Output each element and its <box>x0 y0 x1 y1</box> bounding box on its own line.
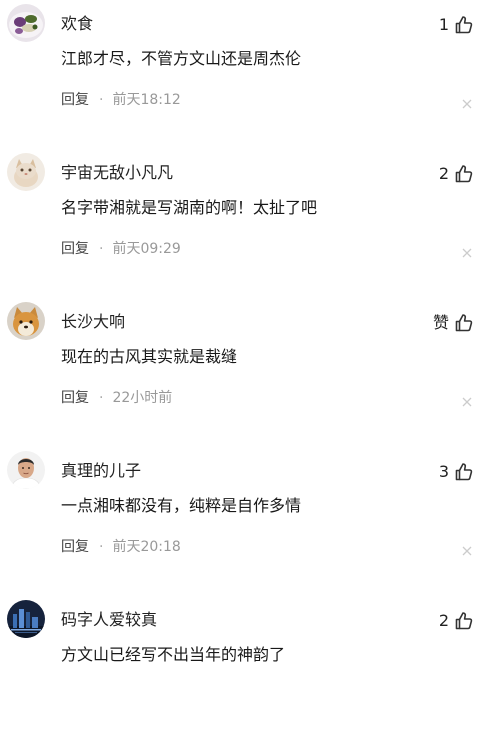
like-count: 2 <box>438 164 449 183</box>
like-button[interactable]: 1 <box>439 13 474 37</box>
comment-text: 现在的古风其实就是裁缝 <box>61 347 238 366</box>
thumbs-up-icon[interactable] <box>454 164 474 184</box>
username[interactable]: 宇宙无敌小凡凡 <box>61 162 173 184</box>
timestamp: 前天18:12 <box>112 92 181 108</box>
comment-item: 长沙大响 赞 现在的古风其实就是裁缝 回复 · 22小时前 <box>0 302 492 452</box>
reply-button[interactable]: 回复 <box>61 537 89 557</box>
separator-dot: · <box>99 92 104 108</box>
comment-meta: 回复 · 前天09:29 <box>61 239 181 259</box>
avatar[interactable] <box>7 4 45 42</box>
comment-text: 名字带湘就是写湖南的啊！太扯了吧 <box>61 198 318 217</box>
username[interactable]: 欢食 <box>61 13 93 35</box>
separator-dot: · <box>99 390 104 406</box>
timestamp: 前天09:29 <box>112 241 181 257</box>
comment-item: 欢食 1 江郎才尽，不管方文山还是周杰伦 回复 · 前天18:12 <box>0 4 492 154</box>
timestamp: 22小时前 <box>112 390 173 406</box>
comment-item: 码字人爱较真 2 方文山已经写不出当年的神韵了 <box>0 600 492 750</box>
like-count: 2 <box>438 611 449 630</box>
comment-item: 真理的儿子 3 一点湘味都没有，纯粹是自作多情 回复 · 前天20:18 <box>0 451 492 601</box>
avatar[interactable] <box>7 600 45 638</box>
timestamp: 前天20:18 <box>112 539 181 555</box>
like-button[interactable]: 3 <box>439 460 474 484</box>
reply-button[interactable]: 回复 <box>61 90 89 110</box>
separator-dot: · <box>99 539 104 555</box>
thumbs-up-icon[interactable] <box>454 15 474 35</box>
comment-meta: 回复 · 22小时前 <box>61 388 172 408</box>
username[interactable]: 真理的儿子 <box>61 460 141 482</box>
close-icon[interactable] <box>462 99 472 109</box>
reply-button[interactable]: 回复 <box>61 239 89 259</box>
thumbs-up-icon[interactable] <box>454 611 474 631</box>
close-icon[interactable] <box>462 248 472 258</box>
avatar[interactable] <box>7 451 45 489</box>
like-button[interactable]: 2 <box>439 162 474 186</box>
comment-text: 江郎才尽，不管方文山还是周杰伦 <box>61 49 302 68</box>
like-count: 赞 <box>432 313 449 332</box>
reply-button[interactable]: 回复 <box>61 388 89 408</box>
avatar[interactable] <box>7 302 45 340</box>
comment-meta: 回复 · 前天20:18 <box>61 537 181 557</box>
thumbs-up-icon[interactable] <box>454 313 474 333</box>
comment-text: 方文山已经写不出当年的神韵了 <box>61 645 286 664</box>
close-icon[interactable] <box>462 546 472 556</box>
like-count: 3 <box>438 462 449 481</box>
like-button[interactable]: 2 <box>439 609 474 633</box>
close-icon[interactable] <box>462 397 472 407</box>
like-button[interactable]: 赞 <box>433 311 474 335</box>
username[interactable]: 长沙大响 <box>61 311 125 333</box>
separator-dot: · <box>99 241 104 257</box>
avatar[interactable] <box>7 153 45 191</box>
comment-meta: 回复 · 前天18:12 <box>61 90 181 110</box>
comment-item: 宇宙无敌小凡凡 2 名字带湘就是写湖南的啊！太扯了吧 回复 · 前天09:29 <box>0 153 492 303</box>
comment-text: 一点湘味都没有，纯粹是自作多情 <box>61 496 302 515</box>
username[interactable]: 码字人爱较真 <box>61 609 157 631</box>
thumbs-up-icon[interactable] <box>454 462 474 482</box>
like-count: 1 <box>438 15 449 34</box>
